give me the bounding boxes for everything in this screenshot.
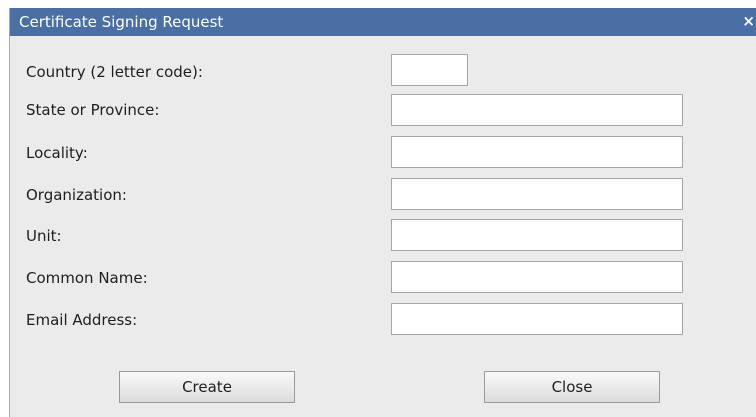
close-icon[interactable]: × [742, 12, 755, 30]
common-name-input[interactable] [391, 261, 683, 293]
close-button[interactable]: Close [484, 371, 660, 403]
country-input[interactable] [391, 54, 468, 86]
organization-label: Organization: [26, 186, 127, 204]
locality-label: Locality: [26, 144, 88, 162]
country-label: Country (2 letter code): [26, 63, 203, 81]
unit-label: Unit: [26, 227, 62, 245]
create-button[interactable]: Create [119, 371, 295, 403]
email-address-label: Email Address: [26, 311, 138, 329]
common-name-label: Common Name: [26, 269, 148, 287]
csr-dialog: Certificate Signing Request × Country (2… [9, 8, 756, 417]
unit-input[interactable] [391, 219, 683, 251]
organization-input[interactable] [391, 178, 683, 210]
email-address-input[interactable] [391, 303, 683, 335]
dialog-title: Certificate Signing Request [19, 13, 224, 31]
title-bar: Certificate Signing Request × [10, 8, 756, 36]
state-label: State or Province: [26, 101, 160, 119]
state-input[interactable] [391, 94, 683, 126]
locality-input[interactable] [391, 136, 683, 168]
